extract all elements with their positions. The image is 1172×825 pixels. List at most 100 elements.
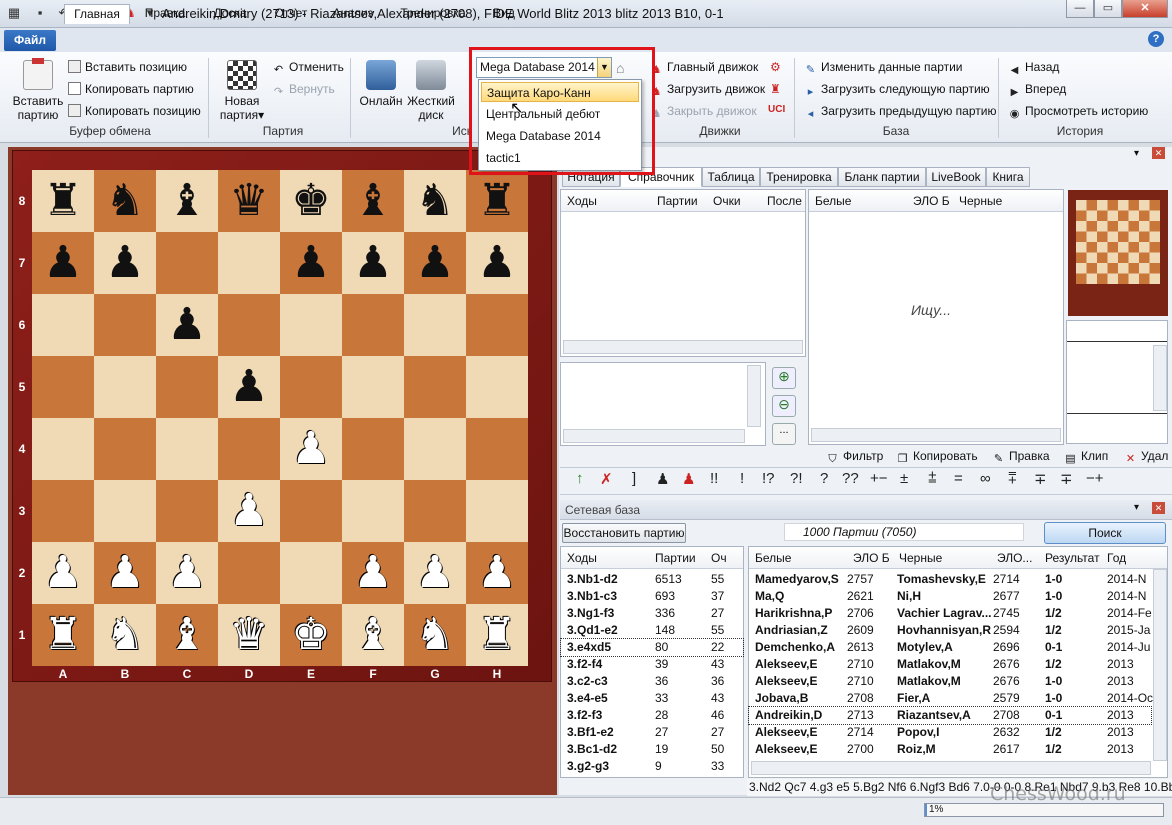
square-h8[interactable]: ♜ [466, 170, 528, 232]
table-row[interactable]: 3.Bf1-e2 27 27 [561, 724, 743, 741]
new-game-button[interactable]: Новая партия▾ [214, 60, 270, 122]
save-icon[interactable]: ▪ [32, 5, 48, 21]
table-row[interactable]: Harikrishna,P 2706 Vachier Lagrav... 2745 1/… [749, 605, 1152, 622]
copy-button[interactable]: ❐ Копировать [896, 449, 978, 466]
square-a8[interactable]: ♜ [32, 170, 94, 232]
square-g2[interactable]: ♟ [404, 542, 466, 604]
annot-white-winning[interactable]: +− [870, 470, 888, 487]
table-row[interactable]: Alekseev,E 2714 Popov,I 2632 1/2 2013 [749, 724, 1151, 741]
redo-button[interactable]: ↷ Вернуть [272, 82, 335, 99]
annot-black-slightly[interactable]: ⩱ [1008, 470, 1017, 487]
table-row[interactable]: Alekseev,E 2700 Roiz,M 2617 1/2 2013 [749, 741, 1151, 758]
square-h5[interactable] [466, 356, 528, 418]
square-c8[interactable]: ♝ [156, 170, 218, 232]
table-row[interactable]: Mamedyarov,S 2757 Tomashevsky,E 2714 1-0 2014… [749, 571, 1151, 588]
white-pawn-icon[interactable]: ♟ [353, 548, 392, 597]
square-d5[interactable]: ♟ [218, 356, 280, 418]
square-d7[interactable] [218, 232, 280, 294]
square-d4[interactable] [218, 418, 280, 480]
annot-unclear[interactable]: ∞ [980, 470, 991, 487]
square-h1[interactable]: ♜ [466, 604, 528, 666]
white-pawn-icon[interactable]: ♟ [477, 548, 516, 597]
black-piece-icon[interactable]: ♟ [656, 470, 669, 488]
white-rook-icon[interactable]: ♜ [43, 610, 82, 659]
black-rook-icon[interactable]: ♜ [43, 176, 82, 225]
tab-book[interactable]: Книга [986, 167, 1030, 187]
square-f7[interactable]: ♟ [342, 232, 404, 294]
square-c1[interactable]: ♝ [156, 604, 218, 666]
tab-table[interactable]: Таблица [702, 167, 760, 187]
load-engine-button[interactable]: ♞ Загрузить движок [650, 82, 766, 99]
restore-game-button[interactable]: Восстановить партию [562, 523, 686, 543]
square-g1[interactable]: ♞ [404, 604, 466, 666]
annot-black-better[interactable]: ∓ [1034, 470, 1047, 488]
tab-report[interactable]: Отчет [266, 4, 316, 24]
black-bishop-icon[interactable]: ♝ [353, 176, 392, 225]
file-tab[interactable]: Файл [4, 30, 56, 51]
white-bishop-icon[interactable]: ♝ [353, 610, 392, 659]
square-c5[interactable] [156, 356, 218, 418]
square-e7[interactable]: ♟ [280, 232, 342, 294]
square-b1[interactable]: ♞ [94, 604, 156, 666]
square-c4[interactable] [156, 418, 218, 480]
white-pawn-icon[interactable]: ♟ [291, 424, 330, 473]
annot-white-better[interactable]: ± [900, 470, 908, 487]
square-b7[interactable]: ♟ [94, 232, 156, 294]
square-a6[interactable] [32, 294, 94, 356]
annot-black-slight-2[interactable]: ∓ [1060, 470, 1073, 488]
annot-good[interactable]: ! [740, 470, 744, 487]
square-g3[interactable] [404, 480, 466, 542]
square-g4[interactable] [404, 418, 466, 480]
annot-bracket[interactable]: ] [632, 470, 636, 487]
white-pawn-icon[interactable]: ♟ [167, 548, 206, 597]
table-row[interactable]: Andreikin,D 2713 Riazantsev,A 2708 0-1 2013 [748, 706, 1152, 725]
annot-black-winning[interactable]: −+ [1086, 470, 1104, 487]
square-h2[interactable]: ♟ [466, 542, 528, 604]
horizontal-scrollbar[interactable] [751, 761, 1151, 775]
table-row[interactable]: Ma,Q 2621 Ni,H 2677 1-0 2014-N [749, 588, 1151, 605]
square-c6[interactable]: ♟ [156, 294, 218, 356]
square-e3[interactable] [280, 480, 342, 542]
white-knight-icon[interactable]: ♞ [105, 610, 144, 659]
annot-interesting[interactable]: !? [762, 470, 775, 487]
square-b3[interactable] [94, 480, 156, 542]
tab-analysis[interactable]: Анализ [326, 4, 380, 24]
square-d1[interactable]: ♛ [218, 604, 280, 666]
square-b5[interactable] [94, 356, 156, 418]
promote-variation-icon[interactable]: ↑ [576, 470, 584, 487]
black-knight-icon[interactable]: ♞ [105, 176, 144, 225]
table-row[interactable]: 3.Nb1-d2 6513 55 [561, 571, 743, 588]
square-a1[interactable]: ♜ [32, 604, 94, 666]
square-h7[interactable]: ♟ [466, 232, 528, 294]
white-pawn-icon[interactable]: ♟ [43, 548, 82, 597]
copy-game-button[interactable]: Копировать партию [68, 82, 194, 96]
tab-home[interactable]: Главная [64, 4, 130, 24]
vertical-scrollbar[interactable] [1153, 345, 1167, 411]
maximize-button[interactable]: ▭ [1094, 0, 1122, 18]
black-pawn-icon[interactable]: ♟ [43, 238, 82, 287]
square-f6[interactable] [342, 294, 404, 356]
annot-equal[interactable]: = [954, 470, 963, 487]
tab-livebook[interactable]: LiveBook [926, 167, 986, 187]
square-g5[interactable] [404, 356, 466, 418]
online-search-button[interactable]: Онлайн [356, 60, 406, 108]
close-engine-button[interactable]: ♞ Закрыть движок [650, 104, 757, 121]
clip-button[interactable]: ▤ Клип [1064, 449, 1108, 466]
white-bishop-icon[interactable]: ♝ [167, 610, 206, 659]
square-e4[interactable]: ♟ [280, 418, 342, 480]
engine-settings-icon[interactable]: ⚙ [770, 60, 781, 74]
panel-menu-icon[interactable]: ▾ [1134, 502, 1139, 513]
square-g7[interactable]: ♟ [404, 232, 466, 294]
square-h3[interactable] [466, 480, 528, 542]
table-row[interactable]: 3.c2-c3 36 36 [561, 673, 743, 690]
square-e6[interactable] [280, 294, 342, 356]
black-rook-icon[interactable]: ♜ [477, 176, 516, 225]
tab-scoresheet[interactable]: Бланк партии [838, 167, 926, 187]
table-row[interactable]: Andriasian,Z 2609 Hovhannisyan,R 2594 1/2 201… [749, 622, 1151, 639]
forward-button[interactable]: ▶ Вперед [1008, 82, 1067, 99]
square-h6[interactable] [466, 294, 528, 356]
square-e2[interactable] [280, 542, 342, 604]
view-history-button[interactable]: ◉ Просмотреть историю [1008, 104, 1149, 121]
tab-view[interactable]: Вид [482, 4, 526, 24]
white-king-icon[interactable]: ♚ [291, 610, 330, 659]
